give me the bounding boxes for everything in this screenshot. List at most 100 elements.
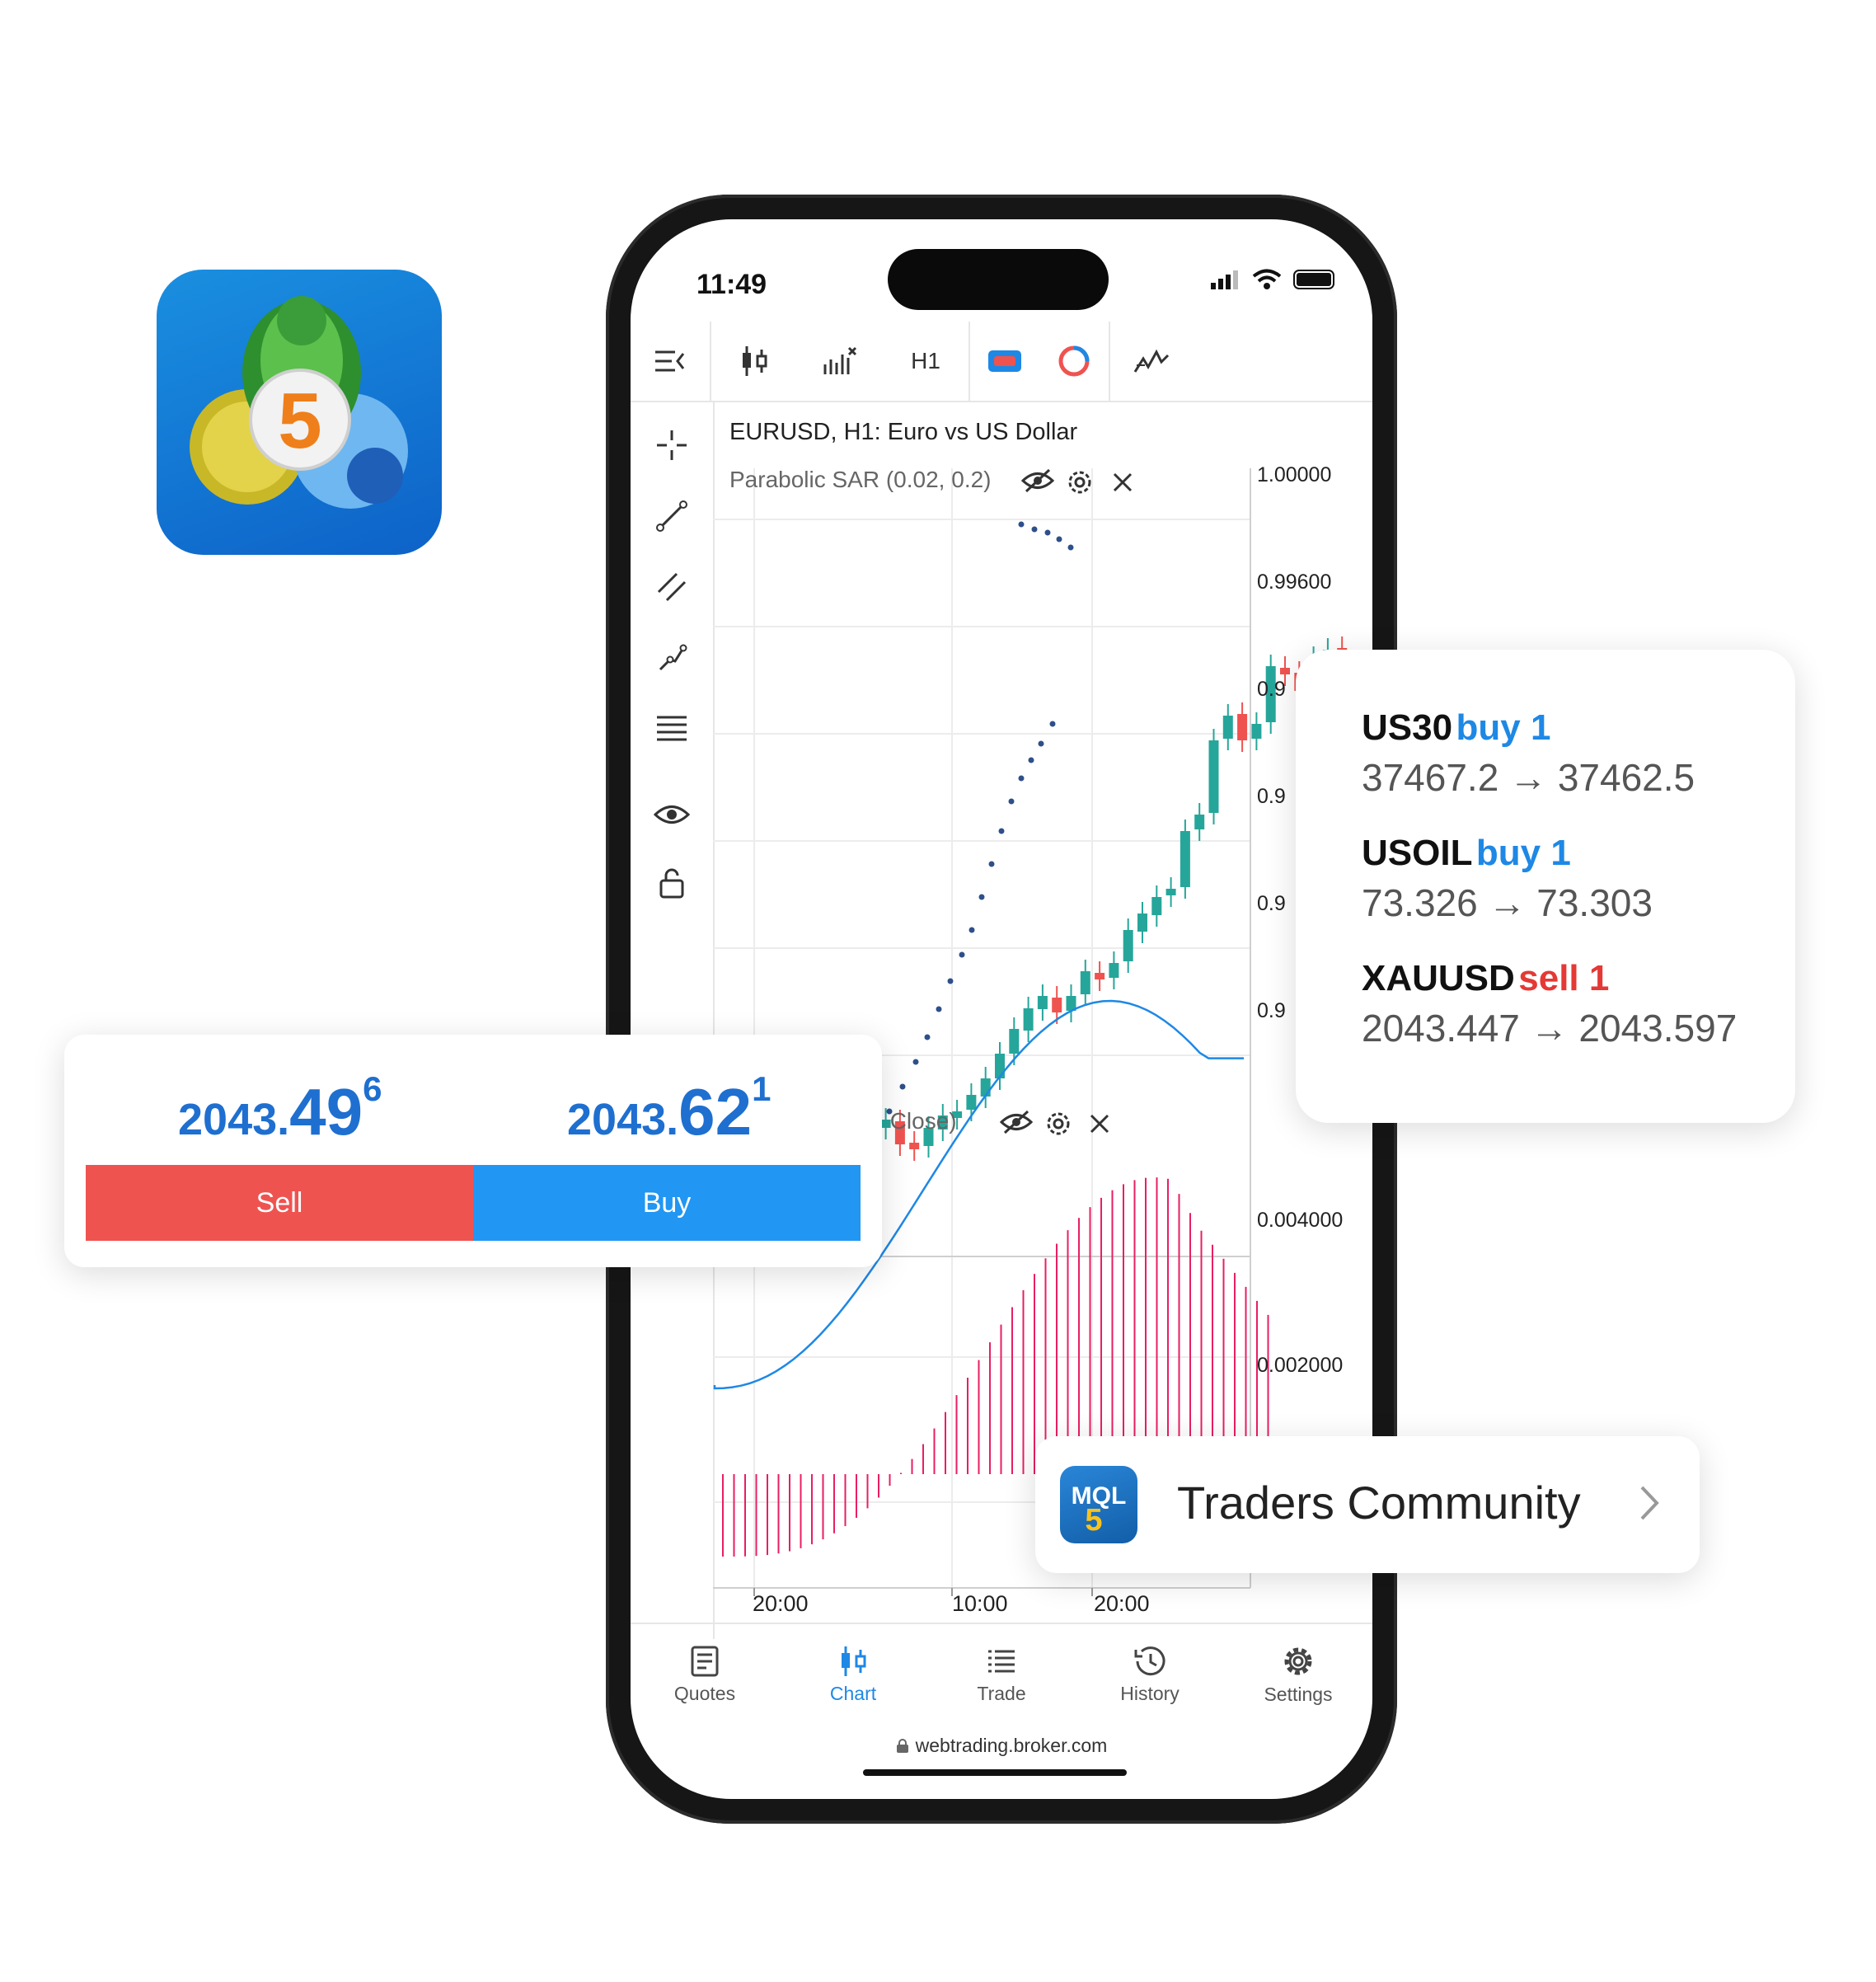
candle-body [1165,889,1176,895]
candle-body [1123,930,1133,961]
chevron-right-icon [1640,1486,1659,1520]
one-click-trade-card: 2043.496 2043.621 Sell Buy [64,1035,882,1267]
parabolic-sar-dot [1018,521,1025,528]
nav-history-label: History [1120,1682,1180,1704]
candle-body [1095,973,1105,979]
nav-quotes-label: Quotes [673,1682,736,1704]
position-item[interactable]: XAUUSD sell 1 2043.447 → 2043.597 [1362,958,1737,1050]
lock-icon [896,1739,908,1753]
macd-settings-icon[interactable] [1044,1110,1072,1138]
traders-community-card[interactable]: MQL 5 Traders Community [1035,1436,1700,1573]
sell-button[interactable]: Sell [86,1165,473,1241]
parabolic-sar-dot [899,1083,906,1090]
price-label: 0.9 [1257,785,1286,808]
wifi-icon [1252,269,1282,289]
parabolic-sar-dot [1056,536,1062,542]
candle-body [1080,971,1090,994]
chart-type-button[interactable] [711,322,797,401]
indicators-icon [823,346,857,374]
parabolic-sar-dot [1028,757,1034,763]
position-price-range: 73.326 → 73.303 [1362,881,1653,924]
indicators-button[interactable] [797,322,883,401]
candle-body [1151,897,1162,915]
position-price-range: 2043.447 → 2043.597 [1362,1007,1738,1050]
candle-body [1180,831,1190,887]
candle-body [1280,668,1290,674]
trade-list-icon [988,1650,1015,1672]
hide-indicator-icon[interactable] [1021,467,1054,495]
position-item[interactable]: US30 buy 1 37467.2 → 37462.5 [1362,707,1695,800]
hide-macd-icon[interactable] [1000,1108,1033,1136]
candle-body [1023,1008,1034,1031]
timeframe-button[interactable]: H1 [883,322,968,401]
chart-candles-icon [842,1646,866,1676]
nav-trade[interactable]: Trade [927,1624,1076,1725]
sell-price: 2043.496 [178,1069,382,1150]
settings-gear-icon [1284,1647,1312,1674]
cellular-signal-icon [1211,270,1238,289]
parabolic-sar-dot [1038,740,1044,747]
candle-body [1037,996,1048,1009]
position-item[interactable]: USOIL buy 1 73.326 → 73.303 [1362,833,1653,925]
phone-frame: 11:49 H1 EURUSD, H1: Euro vs US Dollar P… [606,195,1397,1824]
indicator-settings-icon[interactable] [1066,468,1094,496]
buy-price-fraction: 1 [752,1069,772,1108]
parabolic-sar-dot [1067,544,1074,551]
parabolic-sar-dot [936,1006,942,1012]
price-label: 1.00000 [1257,463,1332,486]
time-label: 10:00 [952,1591,1008,1616]
position-price-range: 37467.2 → 37462.5 [1362,756,1695,799]
candle-body [1222,716,1233,739]
parabolic-sar-dot [959,951,965,958]
parabolic-sar-dot [912,1059,919,1065]
bottom-navigation: Quotes Chart Trade History Settings [631,1623,1372,1725]
home-indicator [863,1769,1127,1776]
position-side: sell 1 [1518,958,1610,998]
status-time: 11:49 [696,269,767,300]
time-label: 20:00 [1094,1591,1150,1616]
candle-body [995,1054,1005,1078]
nav-settings[interactable]: Settings [1224,1624,1372,1725]
nav-history[interactable]: History [1076,1624,1224,1725]
price-label: 0.9 [1257,999,1286,1022]
buy-price-main: 2043. [567,1095,679,1144]
time-label: 20:00 [753,1591,809,1616]
one-click-trading-button[interactable] [970,322,1039,401]
objects-button[interactable] [1110,322,1193,401]
buy-button[interactable]: Buy [473,1165,861,1241]
parabolic-sar-dot [1044,529,1051,536]
mql5-logo-icon: MQL 5 [1060,1466,1137,1543]
trade-level-button[interactable] [1039,322,1109,401]
candle-body [1194,815,1205,829]
buy-price-pips: 62 [678,1075,753,1148]
macd-close-icon[interactable] [1089,1113,1110,1134]
candle-body [966,1095,977,1110]
parabolic-sar-dot [978,894,985,900]
parabolic-sar-dot [988,861,995,867]
menu-button[interactable] [631,322,710,401]
wave-drawing-icon [1133,349,1170,373]
candle-body [1109,963,1119,978]
indicator-label: Parabolic SAR (0.02, 0.2) [729,467,992,492]
position-side: buy 1 [1475,833,1571,873]
candle-body [1237,714,1248,740]
parabolic-sar-dot [1049,721,1056,727]
candle-body [909,1143,920,1149]
nav-chart[interactable]: Chart [779,1624,927,1725]
sell-price-pips: 49 [289,1075,363,1148]
browser-url-bar[interactable]: webtrading.broker.com [631,1735,1372,1757]
sell-price-main: 2043. [178,1095,290,1144]
candle-body [1052,998,1062,1012]
nav-quotes[interactable]: Quotes [631,1624,779,1725]
parabolic-sar-dot [947,978,954,984]
quotes-icon [691,1646,719,1676]
status-icons [1211,269,1334,290]
indicator-close-icon[interactable] [1112,472,1133,493]
position-symbol: US30 [1362,707,1453,748]
sell-price-fraction: 6 [363,1069,382,1108]
metatrader5-app-icon: 5 [157,270,442,555]
svg-text:5: 5 [278,377,321,465]
price-label: 0.9 [1257,892,1286,915]
position-symbol: USOIL [1362,833,1473,873]
nav-settings-label: Settings [1264,1683,1333,1705]
